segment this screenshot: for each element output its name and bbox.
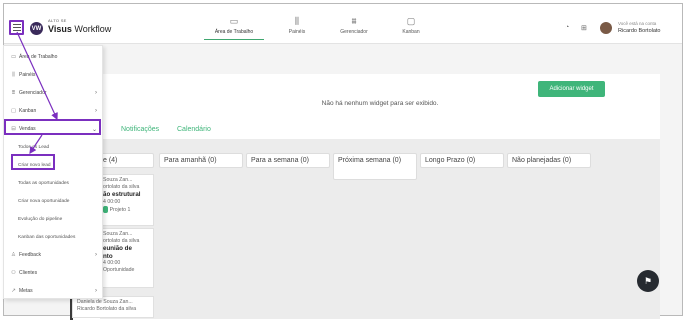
arrow-to-criar-novo-lead — [29, 134, 43, 154]
tutorial-arrows — [16, 31, 58, 154]
arrow-to-vendas — [16, 31, 58, 121]
